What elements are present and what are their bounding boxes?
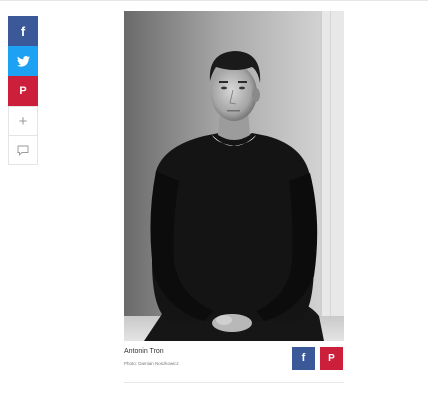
- pinterest-icon: P: [328, 352, 335, 364]
- photo-credit: Photo: Damian Noszkowicz: [124, 361, 179, 366]
- facebook-icon: f: [301, 352, 306, 364]
- comment-icon: [17, 145, 29, 156]
- twitter-share-button[interactable]: [8, 46, 38, 76]
- caption-facebook-share-button[interactable]: f: [292, 347, 315, 370]
- comment-button[interactable]: [8, 135, 38, 165]
- caption-pinterest-share-button[interactable]: P: [320, 347, 343, 370]
- portrait-image: [124, 11, 344, 341]
- facebook-icon: f: [20, 23, 26, 39]
- pinterest-share-button[interactable]: P: [8, 76, 38, 106]
- top-divider: [0, 0, 428, 1]
- plus-icon: +: [18, 112, 28, 130]
- social-share-rail: f P +: [8, 16, 38, 165]
- caption-share-buttons: f P: [292, 347, 343, 370]
- pinterest-icon: P: [19, 84, 27, 97]
- caption-divider: [124, 382, 344, 383]
- twitter-icon: [16, 55, 30, 67]
- more-share-button[interactable]: +: [8, 106, 38, 136]
- portrait-photo: [124, 11, 344, 341]
- photo-caption-name: Antonin Tron: [124, 348, 164, 355]
- facebook-share-button[interactable]: f: [8, 16, 38, 46]
